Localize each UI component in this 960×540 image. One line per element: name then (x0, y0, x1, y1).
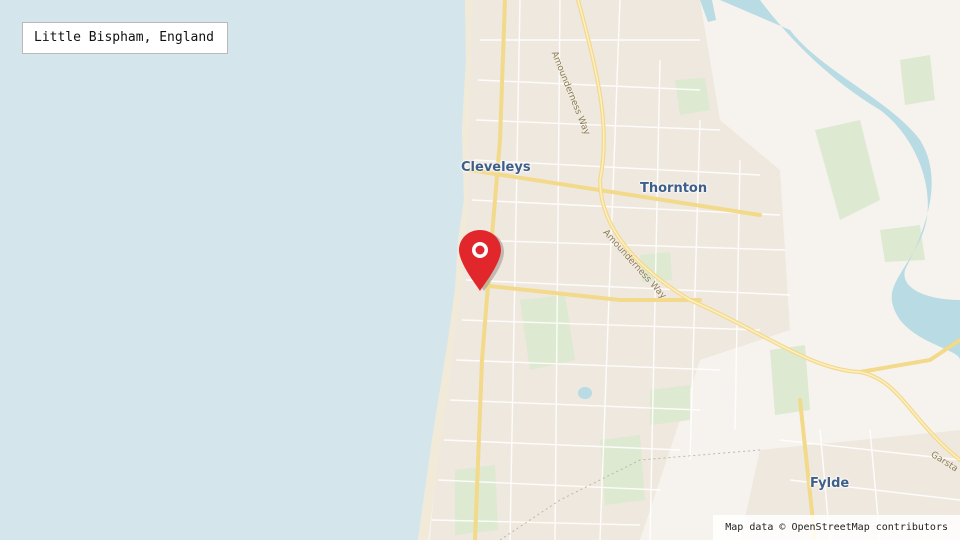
map-view[interactable]: Cleveleys Thornton Fylde Amounderness Wa… (0, 0, 960, 540)
map-pin-icon[interactable] (456, 228, 508, 294)
sea (0, 0, 466, 540)
place-label-fylde: Fylde (810, 476, 850, 491)
map-attribution[interactable]: Map data © OpenStreetMap contributors (713, 515, 960, 540)
place-label-thornton: Thornton (640, 181, 708, 196)
place-label-cleveleys: Cleveleys (461, 160, 531, 175)
location-label: Little Bispham, England (22, 22, 228, 54)
pond (578, 387, 592, 399)
